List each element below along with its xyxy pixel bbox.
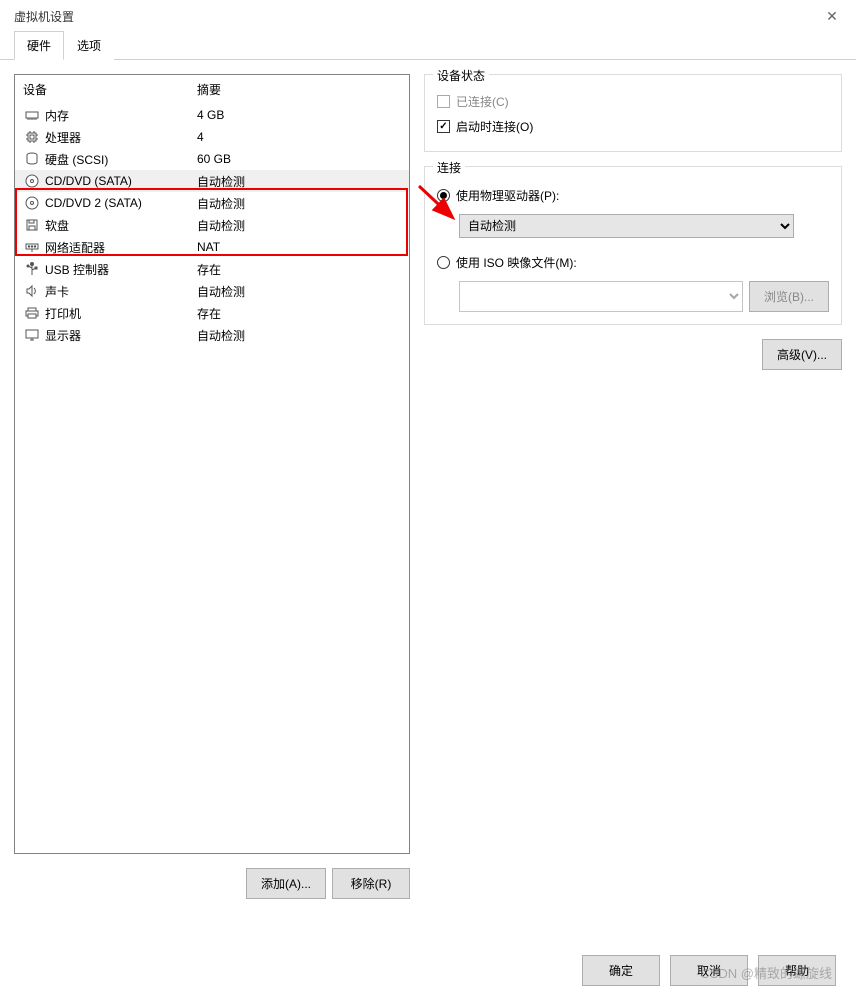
use-physical-label: 使用物理驱动器(P): (456, 187, 559, 204)
cd-icon (23, 194, 41, 212)
cd-icon (23, 172, 41, 190)
device-name: 硬盘 (SCSI) (45, 151, 108, 168)
table-row[interactable]: 处理器 4 (15, 126, 409, 148)
table-header: 设备 摘要 (15, 75, 409, 104)
display-icon (23, 326, 41, 344)
connect-poweron-label: 启动时连接(O) (456, 118, 533, 135)
tab-hardware[interactable]: 硬件 (14, 31, 64, 60)
iso-file-select[interactable] (459, 281, 743, 312)
floppy-icon (23, 216, 41, 234)
device-name: 显示器 (45, 327, 81, 344)
device-summary: 自动检测 (189, 327, 409, 344)
window-title: 虚拟机设置 (14, 8, 74, 25)
device-name: CD/DVD (SATA) (45, 174, 132, 188)
titlebar: 虚拟机设置 ✕ (0, 0, 856, 30)
device-table: 设备 摘要 内存 4 GB 处理器 4 硬盘 (SCSI) 60 GB CD/DVD (SA… (14, 74, 410, 854)
table-row[interactable]: 打印机 存在 (15, 302, 409, 324)
table-row[interactable]: 软盘 自动检测 (15, 214, 409, 236)
device-summary: 自动检测 (189, 173, 409, 190)
network-icon (23, 238, 41, 256)
device-name: 内存 (45, 107, 69, 124)
connection-group: 连接 使用物理驱动器(P): 自动检测 使用 ISO 映像文件(M): 浏览(B… (424, 166, 842, 325)
device-name: 声卡 (45, 283, 69, 300)
device-summary: 4 (189, 130, 409, 144)
use-physical-row[interactable]: 使用物理驱动器(P): (437, 181, 829, 210)
sound-icon (23, 282, 41, 300)
disk-icon (23, 150, 41, 168)
device-status-title: 设备状态 (433, 67, 489, 84)
device-summary: 自动检测 (189, 217, 409, 234)
header-device[interactable]: 设备 (15, 78, 189, 101)
printer-icon (23, 304, 41, 322)
connected-checkbox (437, 95, 450, 108)
device-summary: 60 GB (189, 152, 409, 166)
table-row[interactable]: 网络适配器 NAT (15, 236, 409, 258)
device-name: 处理器 (45, 129, 81, 146)
dialog-footer: 确定 取消 帮助 (582, 955, 836, 986)
browse-button[interactable]: 浏览(B)... (749, 281, 829, 312)
cancel-button[interactable]: 取消 (670, 955, 748, 986)
connected-checkbox-row: 已连接(C) (437, 89, 829, 114)
device-summary: NAT (189, 240, 409, 254)
remove-button[interactable]: 移除(R) (332, 868, 410, 899)
table-row[interactable]: CD/DVD 2 (SATA) 自动检测 (15, 192, 409, 214)
table-row[interactable]: USB 控制器 存在 (15, 258, 409, 280)
device-summary: 自动检测 (189, 283, 409, 300)
device-summary: 自动检测 (189, 195, 409, 212)
ok-button[interactable]: 确定 (582, 955, 660, 986)
connect-poweron-checkbox[interactable] (437, 120, 450, 133)
tabs: 硬件 选项 (0, 30, 856, 60)
close-button[interactable]: ✕ (816, 6, 848, 26)
connect-poweron-row[interactable]: 启动时连接(O) (437, 114, 829, 139)
cpu-icon (23, 128, 41, 146)
tab-options[interactable]: 选项 (64, 31, 114, 60)
advanced-button[interactable]: 高级(V)... (762, 339, 842, 370)
device-name: 网络适配器 (45, 239, 105, 256)
table-row[interactable]: 内存 4 GB (15, 104, 409, 126)
device-summary: 存在 (189, 305, 409, 322)
device-name: 软盘 (45, 217, 69, 234)
device-status-group: 设备状态 已连接(C) 启动时连接(O) (424, 74, 842, 152)
table-row[interactable]: CD/DVD (SATA) 自动检测 (15, 170, 409, 192)
use-iso-row[interactable]: 使用 ISO 映像文件(M): (437, 248, 829, 277)
use-iso-label: 使用 ISO 映像文件(M): (456, 254, 577, 271)
add-button[interactable]: 添加(A)... (246, 868, 326, 899)
connection-title: 连接 (433, 159, 465, 176)
help-button[interactable]: 帮助 (758, 955, 836, 986)
table-row[interactable]: 声卡 自动检测 (15, 280, 409, 302)
connected-label: 已连接(C) (456, 93, 509, 110)
table-row[interactable]: 硬盘 (SCSI) 60 GB (15, 148, 409, 170)
device-summary: 存在 (189, 261, 409, 278)
use-physical-radio[interactable] (437, 189, 450, 202)
use-iso-radio[interactable] (437, 256, 450, 269)
device-name: USB 控制器 (45, 261, 109, 278)
physical-drive-select[interactable]: 自动检测 (459, 214, 794, 238)
device-summary: 4 GB (189, 108, 409, 122)
device-name: 打印机 (45, 305, 81, 322)
device-name: CD/DVD 2 (SATA) (45, 196, 142, 210)
memory-icon (23, 106, 41, 124)
header-summary[interactable]: 摘要 (189, 78, 409, 101)
table-row[interactable]: 显示器 自动检测 (15, 324, 409, 346)
usb-icon (23, 260, 41, 278)
